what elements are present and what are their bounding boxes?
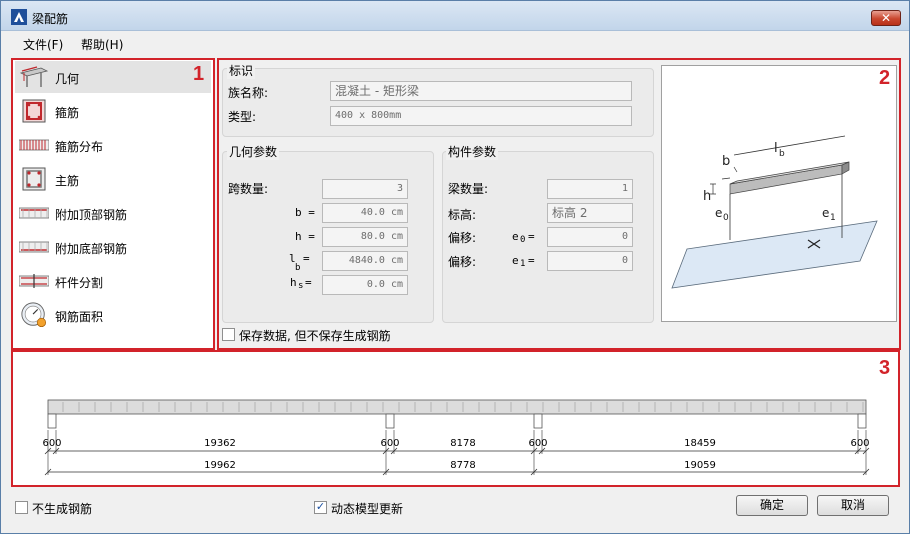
ok-button[interactable]: 确定 <box>736 495 808 516</box>
dynamic-update-label: 动态模型更新 <box>331 502 404 516</box>
no-rebar-checkbox[interactable] <box>15 501 28 514</box>
menu-help[interactable]: 帮助(H) <box>81 36 123 53</box>
cancel-button[interactable]: 取消 <box>817 495 889 516</box>
dynamic-update-checkbox[interactable]: ✓ <box>314 501 327 514</box>
beam-reinforcement-dialog: 梁配筋 ✕ 文件(F) 帮助(H) 几何 箍筋 箍筋分布 主筋 附加顶部钢筋 附… <box>0 0 910 534</box>
region-number-3: 3 <box>879 357 891 379</box>
close-button[interactable]: ✕ <box>871 10 901 26</box>
no-rebar-label: 不生成钢筋 <box>32 502 93 516</box>
region-frame-1 <box>11 58 215 350</box>
region-frame-3 <box>11 350 900 487</box>
menu-bar: 文件(F) 帮助(H) <box>1 32 909 54</box>
checkmark-icon: ✓ <box>315 500 326 513</box>
window-title: 梁配筋 <box>32 12 69 26</box>
menu-file[interactable]: 文件(F) <box>23 36 63 53</box>
region-frame-2 <box>217 58 901 350</box>
region-number-2: 2 <box>879 67 891 89</box>
close-icon: ✕ <box>880 11 892 25</box>
region-number-1: 1 <box>193 63 205 85</box>
title-bar: 梁配筋 ✕ <box>1 1 909 31</box>
app-icon <box>11 9 27 25</box>
